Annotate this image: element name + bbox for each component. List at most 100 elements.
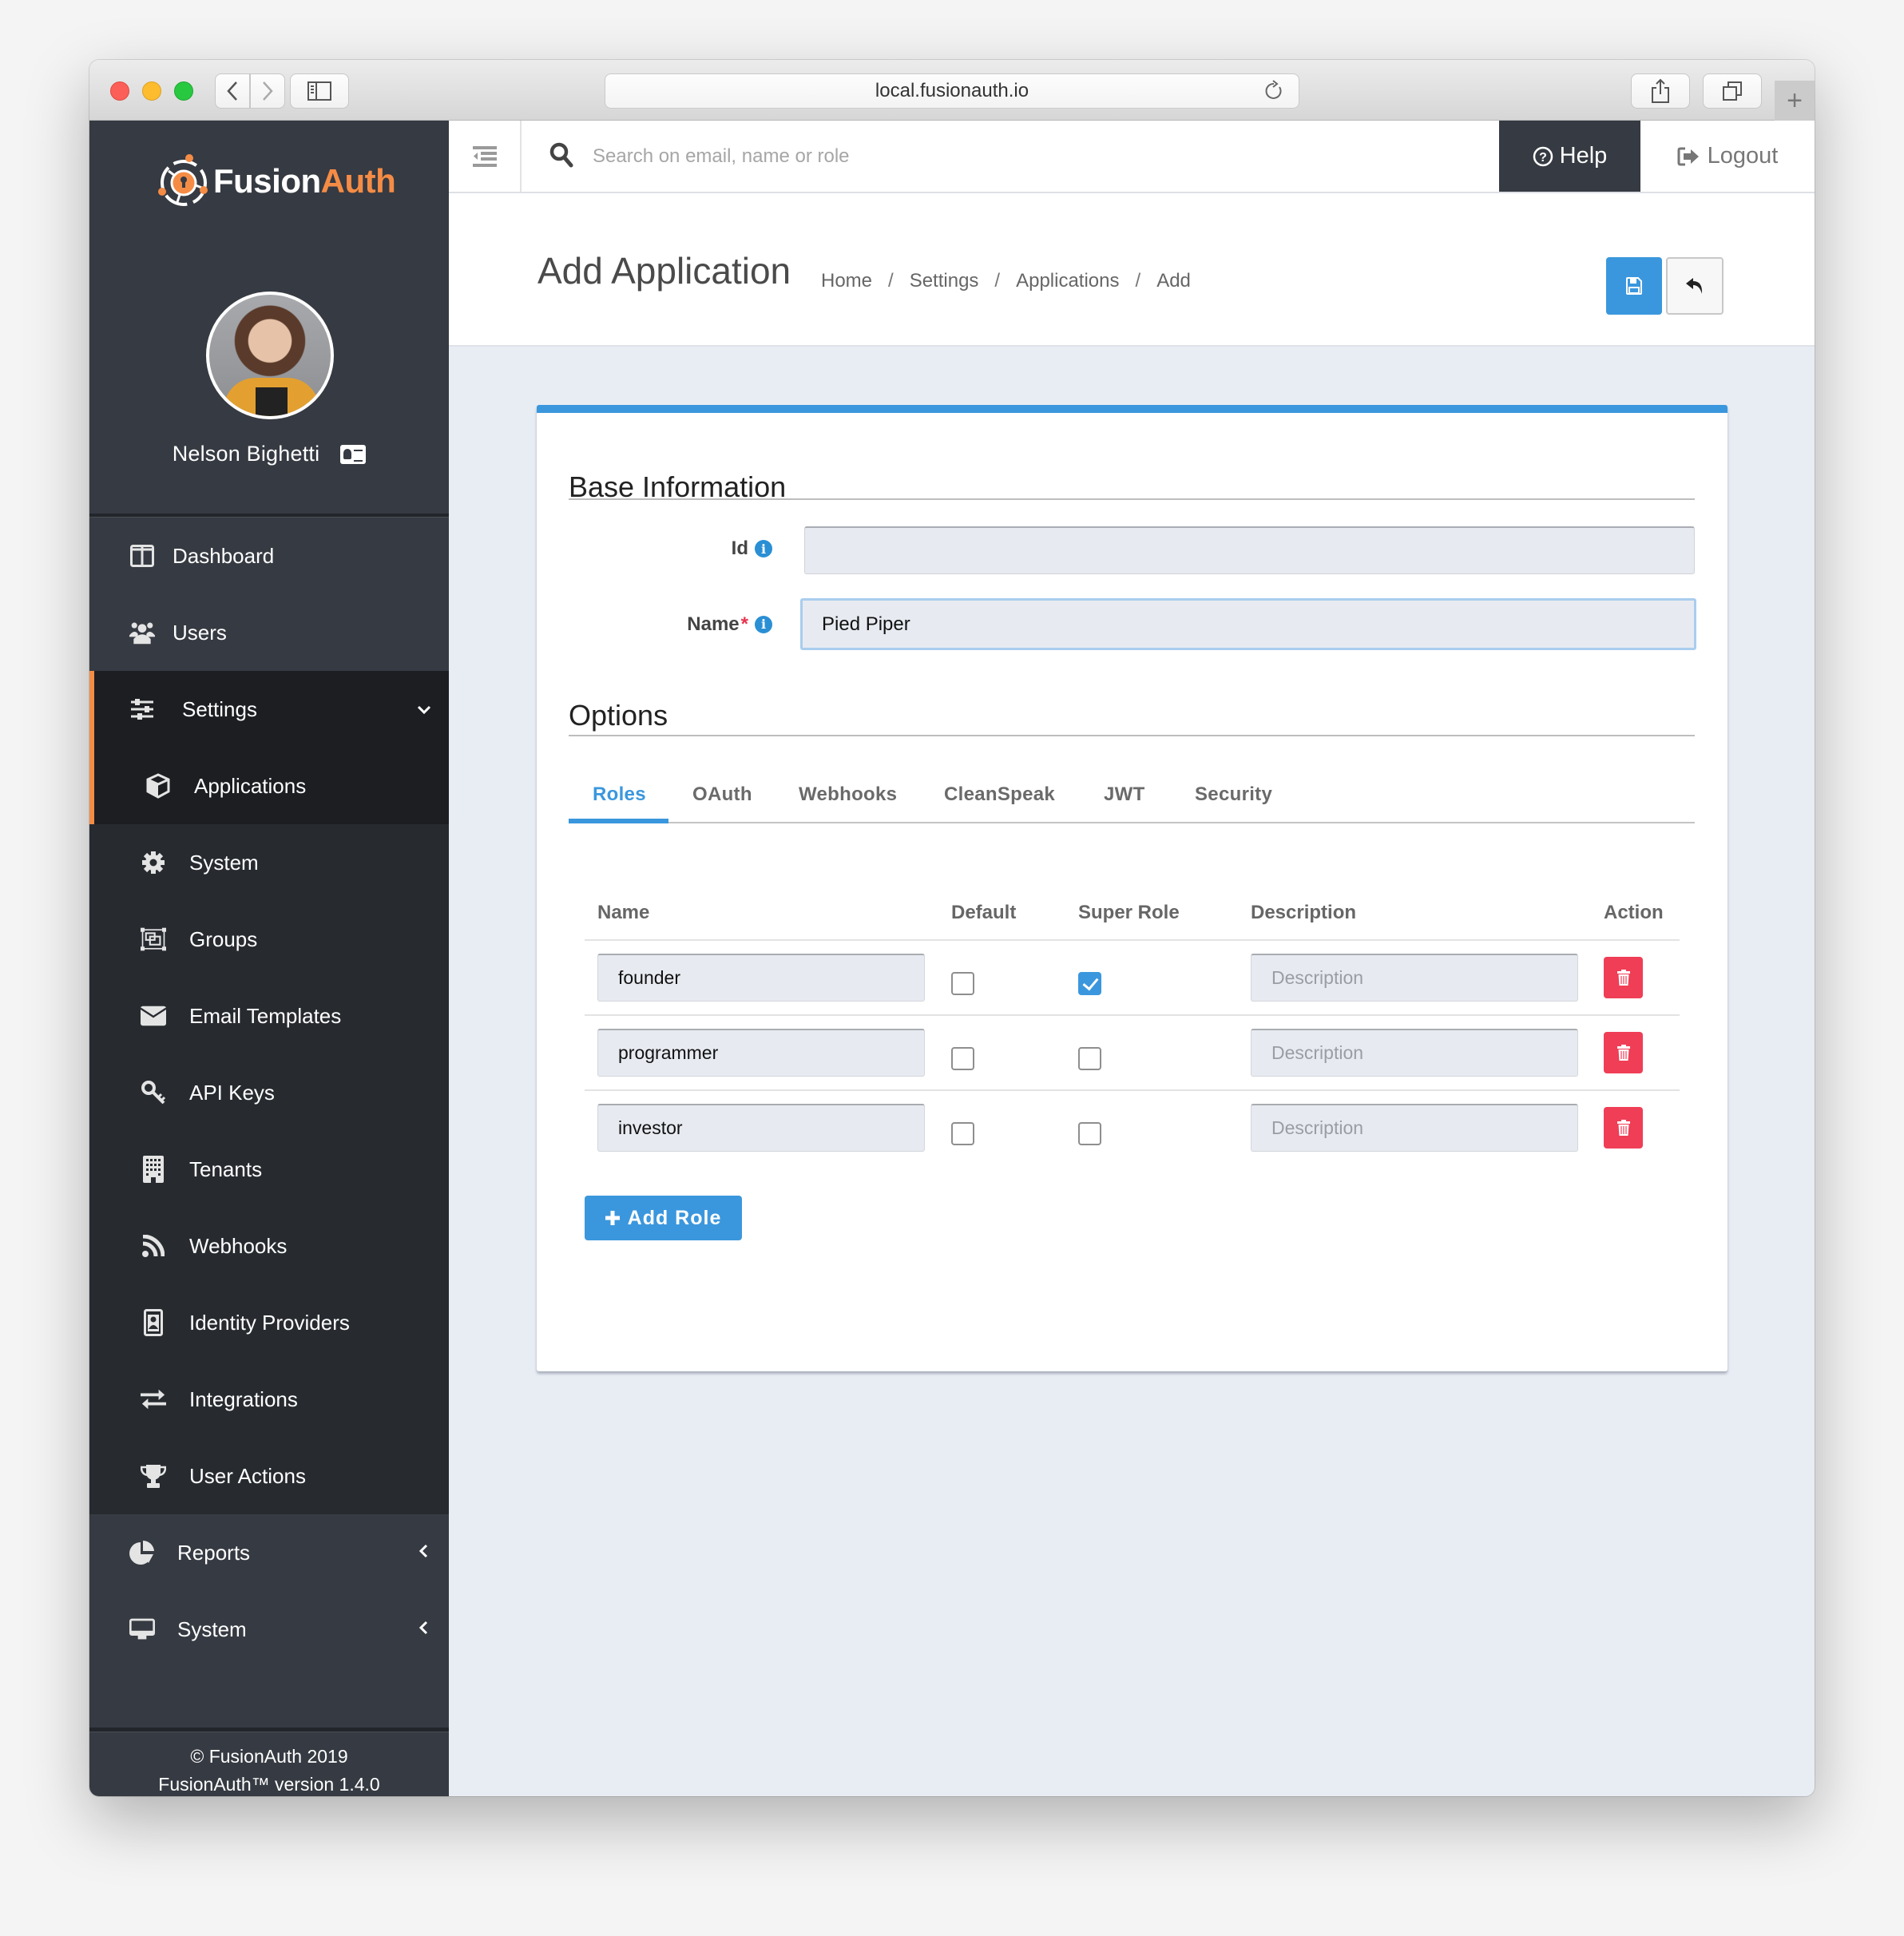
show-tabs-button[interactable] [1703, 73, 1762, 109]
svg-text:?: ? [1539, 151, 1547, 165]
trash-icon [1616, 1045, 1630, 1061]
version-text: FusionAuth™ version 1.4.0 [158, 1774, 380, 1795]
role-name-input[interactable] [597, 1029, 925, 1077]
reply-icon [1686, 278, 1703, 294]
sidebar-item-dashboard[interactable]: Dashboard [89, 518, 449, 594]
role-description-input[interactable] [1251, 1104, 1578, 1152]
tabs-icon [1723, 81, 1742, 101]
browser-titlebar: local.fusionauth.io + [89, 60, 1815, 121]
default-checkbox[interactable] [951, 1122, 974, 1145]
user-name: Nelson Bighetti [172, 442, 320, 466]
tab-oauth[interactable]: OAuth [692, 784, 752, 806]
logout-label: Logout [1707, 143, 1779, 169]
sidebar-item-label: Webhooks [189, 1233, 288, 1258]
search-icon [549, 142, 573, 168]
column-header-name: Name [597, 902, 650, 923]
share-button[interactable] [1631, 73, 1690, 109]
url-text: local.fusionauth.io [875, 80, 1029, 101]
role-description-input[interactable] [1251, 1029, 1578, 1077]
default-checkbox[interactable] [951, 972, 974, 995]
name-input[interactable] [800, 598, 1696, 650]
back-button[interactable] [1666, 257, 1724, 315]
building-icon [141, 1156, 166, 1183]
options-tabs: Roles OAuth Webhooks CleanSpeak JWT Secu… [569, 760, 1695, 823]
browser-forward-button[interactable] [250, 73, 285, 109]
sidebar-group-settings: Settings Applications [89, 671, 449, 824]
sidebar-item-settings[interactable]: Settings [94, 671, 449, 748]
tab-cleanspeak[interactable]: CleanSpeak [944, 784, 1055, 806]
role-name-input[interactable] [597, 1104, 925, 1152]
save-button[interactable] [1606, 257, 1662, 315]
application-form-card: Base Information Id i Name* i Options Ro… [537, 405, 1727, 1371]
active-tab-indicator [569, 819, 668, 823]
sliders-icon [129, 696, 155, 722]
user-avatar[interactable] [206, 292, 334, 419]
breadcrumb-home[interactable]: Home [821, 270, 872, 292]
breadcrumb-settings[interactable]: Settings [910, 270, 979, 292]
tab-webhooks[interactable]: Webhooks [799, 784, 897, 806]
new-tab-button[interactable]: + [1775, 81, 1815, 121]
copyright-text: © FusionAuth 2019 [190, 1746, 348, 1767]
sidebar-nav: Dashboard Users Settings Applications Sy… [89, 518, 449, 1668]
sidebar-item-system-settings[interactable]: System [89, 824, 449, 901]
users-icon [129, 620, 155, 645]
options-heading: Options [569, 699, 668, 732]
chevron-left-icon [418, 1619, 428, 1640]
share-icon [1652, 78, 1669, 103]
sidebar-item-user-actions[interactable]: User Actions [89, 1438, 449, 1514]
sidebar-toggle-button[interactable] [449, 121, 522, 192]
sidebar-item-users[interactable]: Users [89, 594, 449, 671]
exchange-icon [141, 1387, 166, 1412]
page-title: Add Application [537, 250, 791, 292]
logo-text: FusionAuth [213, 162, 396, 200]
reload-icon[interactable] [1263, 79, 1284, 103]
tab-security[interactable]: Security [1195, 784, 1272, 806]
info-icon[interactable]: i [755, 540, 772, 557]
role-description-input[interactable] [1251, 954, 1578, 1002]
address-bar[interactable]: local.fusionauth.io [605, 73, 1299, 109]
minimize-window-button[interactable] [142, 81, 161, 101]
info-icon[interactable]: i [755, 615, 772, 633]
help-button[interactable]: ? Help [1499, 121, 1640, 192]
sidebar-item-api-keys[interactable]: API Keys [89, 1054, 449, 1131]
table-row [585, 1091, 1680, 1166]
sidebar-item-label: Applications [194, 773, 307, 798]
close-window-button[interactable] [110, 81, 129, 101]
id-input[interactable] [804, 526, 1695, 574]
super-role-checkbox[interactable] [1078, 1047, 1101, 1070]
sidebar-item-identity-providers[interactable]: Identity Providers [89, 1284, 449, 1361]
sidebar-item-integrations[interactable]: Integrations [89, 1361, 449, 1438]
main-content: ? Help Logout Add Application Home / Set… [449, 121, 1815, 1796]
sidebar-item-system[interactable]: System [89, 1591, 449, 1668]
sidebar-item-webhooks[interactable]: Webhooks [89, 1208, 449, 1284]
delete-role-button[interactable] [1604, 957, 1643, 998]
search-input[interactable] [593, 137, 1311, 177]
rss-icon [141, 1233, 166, 1259]
delete-role-button[interactable] [1604, 1032, 1643, 1073]
browser-back-button[interactable] [215, 73, 250, 109]
plus-icon: + [1787, 85, 1803, 116]
sidebar-item-reports[interactable]: Reports [89, 1514, 449, 1591]
role-name-input[interactable] [597, 954, 925, 1002]
sidebar-item-label: Tenants [189, 1156, 263, 1181]
tab-roles[interactable]: Roles [593, 784, 646, 806]
sidebar-item-applications[interactable]: Applications [94, 748, 449, 824]
sidebar-item-email-templates[interactable]: Email Templates [89, 978, 449, 1054]
browser-sidebar-button[interactable] [290, 73, 349, 109]
logout-button[interactable]: Logout [1640, 121, 1815, 192]
breadcrumb-applications[interactable]: Applications [1016, 270, 1119, 292]
default-checkbox[interactable] [951, 1047, 974, 1070]
sidebar-item-tenants[interactable]: Tenants [89, 1131, 449, 1208]
tab-jwt[interactable]: JWT [1104, 784, 1145, 806]
zoom-window-button[interactable] [174, 81, 193, 101]
delete-role-button[interactable] [1604, 1107, 1643, 1149]
id-card-icon[interactable] [340, 444, 367, 464]
add-role-button[interactable]: Add Role [585, 1196, 742, 1240]
super-role-checkbox[interactable] [1078, 1122, 1101, 1145]
chevron-left-icon [418, 1542, 428, 1563]
fusionauth-logo[interactable]: FusionAuth [157, 153, 396, 209]
plus-icon [605, 1211, 620, 1225]
sidebar-item-groups[interactable]: Groups [89, 901, 449, 978]
trophy-icon [141, 1463, 166, 1489]
super-role-checkbox[interactable] [1078, 972, 1101, 995]
